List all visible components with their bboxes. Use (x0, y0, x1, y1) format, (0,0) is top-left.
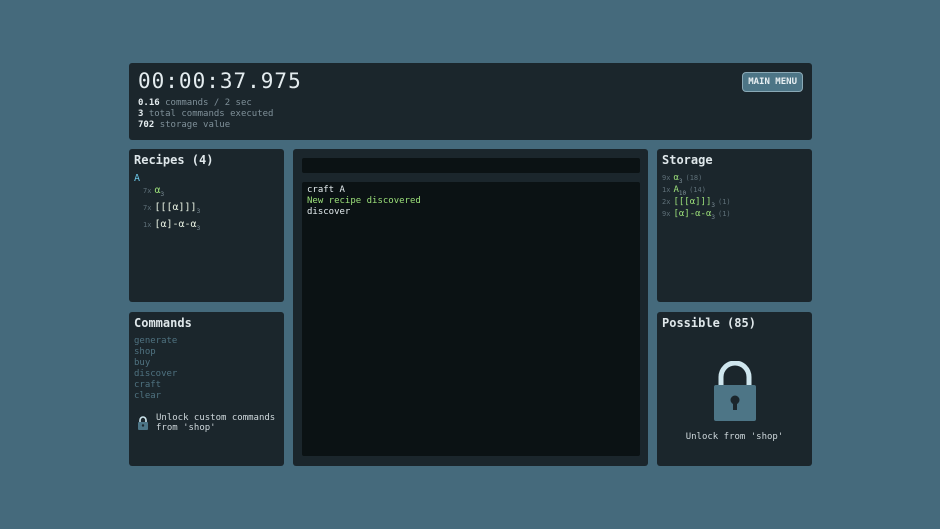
stat-label: commands / 2 sec (165, 98, 252, 108)
recipe-subscript: 3 (196, 225, 201, 232)
recipe-item[interactable]: 7x α3 (143, 185, 164, 198)
storage-subscript: 3 (711, 213, 715, 221)
storage-count: 9x (662, 174, 671, 182)
storage-subscript: 10 (678, 189, 687, 197)
lock-icon (138, 416, 148, 430)
storage-count: 1x (662, 186, 671, 194)
recipe-count: 7x (143, 204, 152, 212)
console-line: craft A (307, 185, 345, 195)
console-output: craft A New recipe discovered discover (302, 182, 640, 456)
storage-item[interactable]: 9x [α]-α-α3 (1) (662, 209, 731, 221)
possible-panel: Possible (85) Unlock from 'shop' (657, 312, 812, 466)
stat-value: 3 (138, 109, 144, 119)
recipes-title: Recipes (4) (134, 153, 214, 167)
storage-title: Storage (662, 153, 713, 167)
storage-subscript: 3 (678, 177, 683, 185)
console-input[interactable] (302, 158, 640, 173)
console-line: discover (307, 207, 351, 217)
commands-title: Commands (134, 316, 192, 330)
unlock-commands-text: Unlock custom commands from 'shop' (156, 413, 275, 433)
console-panel: craft A New recipe discovered discover (293, 149, 648, 466)
storage-item[interactable]: 9x α3 (18) (662, 173, 702, 185)
recipes-panel: Recipes (4) A 7x α3 7x [[[α]]]3 1x [α]-α-α3 (129, 149, 284, 302)
commands-panel: Commands generate shop buy discover craf… (129, 312, 284, 466)
command-generate[interactable]: generate (134, 336, 177, 346)
storage-item[interactable]: 1x A10 (14) (662, 185, 706, 197)
command-buy[interactable]: buy (134, 358, 150, 368)
stat-value: 0.16 (138, 98, 160, 108)
recipe-count: 1x (143, 221, 152, 229)
storage-qty: (14) (689, 186, 706, 194)
storage-count: 2x (662, 198, 671, 206)
storage-qty: (18) (685, 174, 703, 182)
lock-icon (714, 361, 756, 421)
main-menu-button[interactable]: MAIN MENU (742, 72, 803, 92)
unlock-line-1: Unlock custom commands (156, 413, 276, 423)
stat-value: 702 (138, 120, 155, 130)
recipe-item[interactable]: 1x [α]-α-α3 (143, 219, 200, 232)
storage-item[interactable]: 2x [[[α]]]3 (1) (662, 197, 731, 209)
unlock-shop-text: Unlock from 'shop' (685, 432, 784, 442)
recipe-name: [[[α]]] (154, 202, 197, 213)
recipe-count: 7x (143, 187, 152, 195)
stat-storage-value: 702 storage value (138, 120, 230, 130)
storage-subscript: 3 (711, 201, 715, 209)
unlock-line-2: from 'shop' (156, 423, 216, 433)
stat-label: total commands executed (148, 109, 274, 119)
recipe-name: [α]-α-α (154, 219, 197, 230)
storage-qty: (1) (718, 198, 731, 206)
storage-name: [[[α]]] (673, 197, 712, 207)
console-line: New recipe discovered (307, 196, 421, 206)
possible-title: Possible (85) (662, 316, 756, 330)
command-clear[interactable]: clear (134, 391, 161, 401)
command-craft[interactable]: craft (134, 380, 161, 390)
recipe-subscript: 3 (160, 191, 165, 198)
selected-recipe[interactable]: A (134, 173, 140, 184)
stat-commands-rate: 0.16 commands / 2 sec (138, 98, 252, 108)
header-panel: 00:00:37.975 0.16 commands / 2 sec 3 tot… (129, 63, 812, 140)
stat-label: storage value (159, 120, 231, 130)
timer: 00:00:37.975 (138, 69, 302, 93)
recipe-item[interactable]: 7x [[[α]]]3 (143, 202, 200, 215)
command-discover[interactable]: discover (134, 369, 177, 379)
stat-total-commands: 3 total commands executed (138, 109, 273, 119)
storage-panel: Storage 9x α3 (18) 1x A10 (14) 2x [[[α]]]3 (1)… (657, 149, 812, 302)
recipe-subscript: 3 (196, 208, 201, 215)
storage-count: 9x (662, 210, 671, 218)
storage-name: [α]-α-α (673, 209, 712, 219)
command-shop[interactable]: shop (134, 347, 156, 357)
storage-qty: (1) (718, 210, 731, 218)
